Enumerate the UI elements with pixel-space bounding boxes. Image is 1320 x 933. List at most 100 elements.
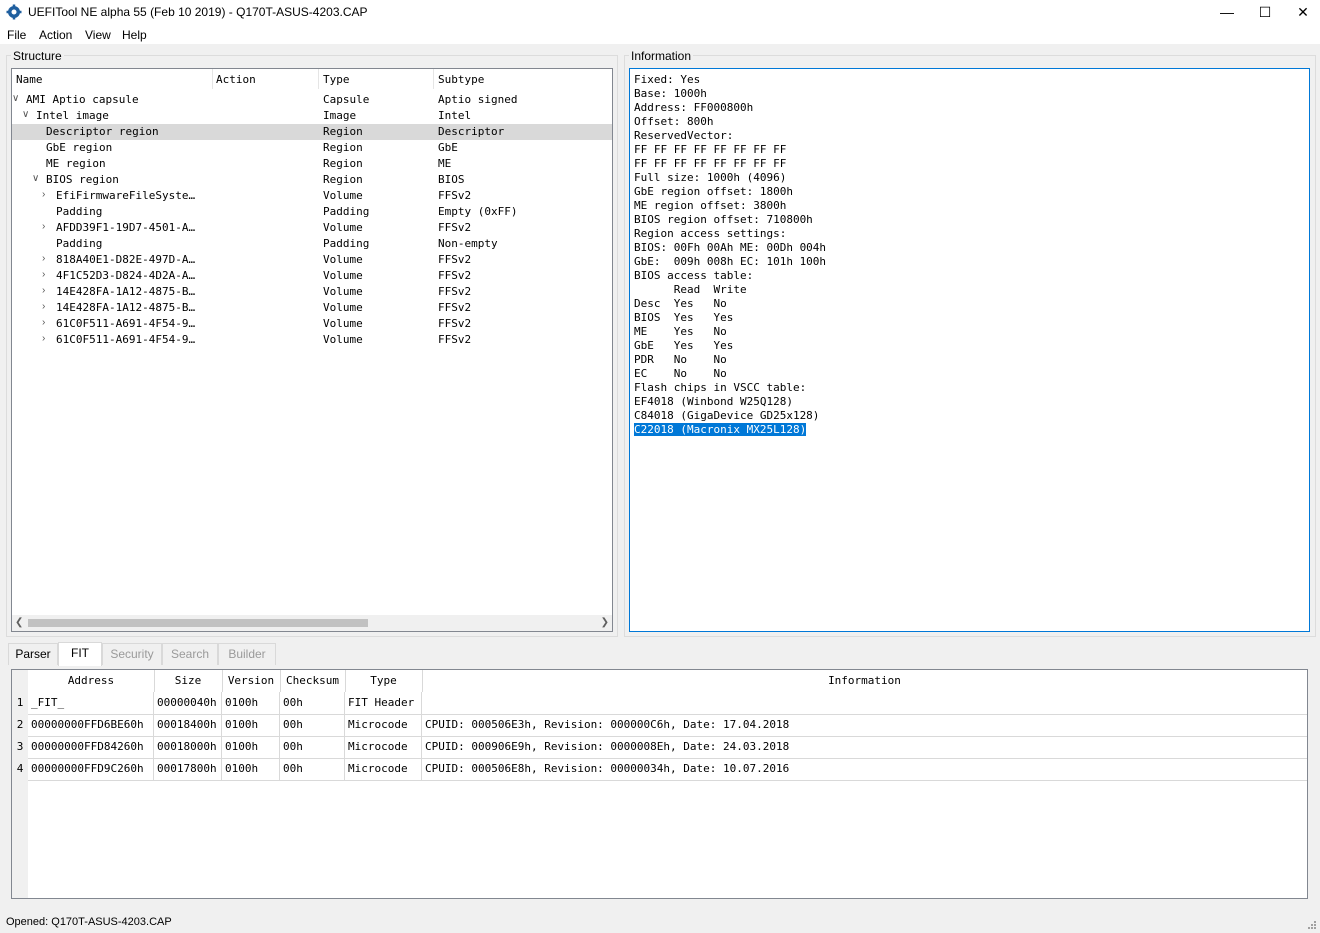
- tree-row[interactable]: Padding Padding Empty (0xFF): [12, 204, 612, 220]
- row-number[interactable]: 2: [12, 714, 28, 736]
- tree-cell-subtype: FFSv2: [438, 317, 472, 330]
- tab-parser[interactable]: Parser: [8, 643, 58, 665]
- information-text[interactable]: Fixed: Yes Base: 1000h Address: FF000800h O…: [629, 68, 1310, 632]
- tree-cell-name: EfiFirmwareFileSyste…: [56, 189, 196, 202]
- tree-cell-subtype: FFSv2: [438, 221, 472, 234]
- tree-row[interactable]: › 14E428FA-1A12-4875-B… Volume FFSv2: [12, 300, 612, 316]
- tree-header: Name Action Type Subtype: [12, 69, 612, 89]
- row-header: 1234: [12, 670, 28, 898]
- chevron-down-icon[interactable]: ∨: [32, 173, 39, 184]
- tree-row[interactable]: ∨ Intel image Image Intel: [12, 108, 612, 124]
- tree-row[interactable]: ∨ BIOS region Region BIOS: [12, 172, 612, 188]
- info-line: Address: FF000800h: [634, 101, 754, 114]
- row-number[interactable]: 4: [12, 758, 28, 780]
- column-address[interactable]: Address: [28, 670, 155, 692]
- tab-search: Search: [162, 643, 218, 665]
- tree-cell-name: Intel image: [36, 109, 109, 122]
- tree-row[interactable]: › 61C0F511-A691-4F54-9… Volume FFSv2: [12, 332, 612, 348]
- chevron-right-icon[interactable]: ›: [42, 301, 45, 312]
- tree-row[interactable]: › EfiFirmwareFileSyste… Volume FFSv2: [12, 188, 612, 204]
- info-line: EC No No: [634, 367, 727, 380]
- tree-row[interactable]: › 61C0F511-A691-4F54-9… Volume FFSv2: [12, 316, 612, 332]
- table-row[interactable]: 00000000FFD84260h 00018000h 0100h 00h Microc…: [28, 736, 1307, 759]
- tree-cell-subtype: FFSv2: [438, 189, 472, 202]
- info-line: ME Yes No: [634, 325, 727, 338]
- tree-row[interactable]: GbE region Region GbE: [12, 140, 612, 156]
- tree-row[interactable]: › AFDD39F1-19D7-4501-A… Volume FFSv2: [12, 220, 612, 236]
- scroll-left-icon[interactable]: ❮: [15, 617, 23, 628]
- info-line: FF FF FF FF FF FF FF FF: [634, 143, 787, 156]
- column-size[interactable]: Size: [154, 670, 223, 692]
- tree-cell-subtype: Intel: [438, 109, 472, 122]
- resize-grip-icon[interactable]: [1306, 919, 1316, 929]
- chevron-down-icon[interactable]: ∨: [22, 109, 29, 120]
- column-version[interactable]: Version: [222, 670, 281, 692]
- table-row[interactable]: 00000000FFD9C260h 00017800h 0100h 00h Microc…: [28, 758, 1307, 781]
- scroll-right-icon[interactable]: ❯: [601, 617, 609, 628]
- chevron-right-icon[interactable]: ›: [42, 269, 45, 280]
- column-type[interactable]: Type: [345, 670, 423, 692]
- menu-action[interactable]: Action: [39, 28, 72, 42]
- column-name[interactable]: Name: [16, 73, 43, 86]
- chevron-down-icon[interactable]: ∨: [12, 93, 19, 104]
- fit-cell-checksum: 00h: [280, 714, 345, 736]
- tree-cell-type: Volume: [323, 189, 363, 202]
- column-action[interactable]: Action: [216, 73, 256, 86]
- chevron-right-icon[interactable]: ›: [42, 253, 45, 264]
- info-line: BIOS Yes Yes: [634, 311, 734, 324]
- tree-cell-name: 61C0F511-A691-4F54-9…: [56, 333, 196, 346]
- maximize-button[interactable]: ☐: [1246, 0, 1284, 24]
- fit-cell-info: CPUID: 000906E9h, Revision: 0000008Eh, D…: [425, 740, 790, 753]
- close-button[interactable]: ✕: [1284, 0, 1320, 24]
- horizontal-scrollbar[interactable]: ❮ ❯: [12, 615, 612, 631]
- tree-row[interactable]: › 4F1C52D3-D824-4D2A-A… Volume FFSv2: [12, 268, 612, 284]
- tree-cell-subtype: Aptio signed: [438, 93, 518, 106]
- tree-row[interactable]: ME region Region ME: [12, 156, 612, 172]
- info-line: BIOS access table:: [634, 269, 754, 282]
- tree-cell-name: 14E428FA-1A12-4875-B…: [56, 301, 196, 314]
- column-information[interactable]: Information: [422, 670, 1307, 692]
- minimize-button[interactable]: —: [1208, 0, 1246, 24]
- tree-cell-name: 14E428FA-1A12-4875-B…: [56, 285, 196, 298]
- menu-help[interactable]: Help: [122, 28, 147, 42]
- structure-tree[interactable]: Name Action Type Subtype ∨ AMI Aptio caps…: [11, 68, 613, 632]
- scrollbar-thumb[interactable]: [28, 619, 368, 627]
- info-line: Offset: 800h: [634, 115, 714, 128]
- tree-cell-type: Image: [323, 109, 357, 122]
- fit-cell-address: _FIT_: [28, 692, 154, 714]
- fit-cell-address: 00000000FFD84260h: [28, 736, 154, 758]
- column-subtype[interactable]: Subtype: [438, 73, 484, 86]
- info-line: Fixed: Yes: [634, 73, 701, 86]
- table-row[interactable]: 00000000FFD6BE60h 00018400h 0100h 00h Microc…: [28, 714, 1307, 737]
- chevron-right-icon[interactable]: ›: [42, 221, 45, 232]
- fit-cell-checksum: 00h: [280, 692, 345, 714]
- tree-row[interactable]: Padding Padding Non-empty: [12, 236, 612, 252]
- app-gear-icon: [6, 4, 22, 20]
- chevron-right-icon[interactable]: ›: [42, 317, 45, 328]
- tree-cell-name: 61C0F511-A691-4F54-9…: [56, 317, 196, 330]
- tab-security: Security: [102, 643, 162, 665]
- info-line: Full size: 1000h (4096): [634, 171, 787, 184]
- tree-row[interactable]: Descriptor region Region Descriptor: [12, 124, 612, 140]
- row-number[interactable]: 3: [12, 736, 28, 758]
- tree-row[interactable]: › 14E428FA-1A12-4875-B… Volume FFSv2: [12, 284, 612, 300]
- tab-fit[interactable]: FIT: [58, 642, 102, 666]
- table-row[interactable]: _FIT_ 00000040h 0100h 00h FIT Header: [28, 692, 1307, 715]
- fit-cell-version: 0100h: [222, 758, 280, 780]
- chevron-right-icon[interactable]: ›: [42, 285, 45, 296]
- menu-file[interactable]: File: [7, 28, 26, 42]
- selected-text[interactable]: C22018 (Macronix MX25L128): [634, 423, 807, 436]
- information-lines: Fixed: Yes Base: 1000h Address: FF000800h O…: [634, 73, 826, 437]
- fit-table[interactable]: 1234 Address Size Version Checksum Type …: [11, 669, 1308, 899]
- column-checksum[interactable]: Checksum: [280, 670, 346, 692]
- chevron-right-icon[interactable]: ›: [42, 333, 45, 344]
- tree-row[interactable]: ∨ AMI Aptio capsule Capsule Aptio signed: [12, 92, 612, 108]
- tree-row[interactable]: › 818A40E1-D82E-497D-A… Volume FFSv2: [12, 252, 612, 268]
- fit-cell-info: CPUID: 000506E3h, Revision: 000000C6h, D…: [425, 718, 790, 731]
- tree-cell-type: Padding: [323, 237, 370, 250]
- row-number[interactable]: 1: [12, 692, 28, 714]
- info-line: Read Write: [634, 283, 747, 296]
- menu-view[interactable]: View: [85, 28, 111, 42]
- chevron-right-icon[interactable]: ›: [42, 189, 45, 200]
- column-type[interactable]: Type: [323, 73, 350, 86]
